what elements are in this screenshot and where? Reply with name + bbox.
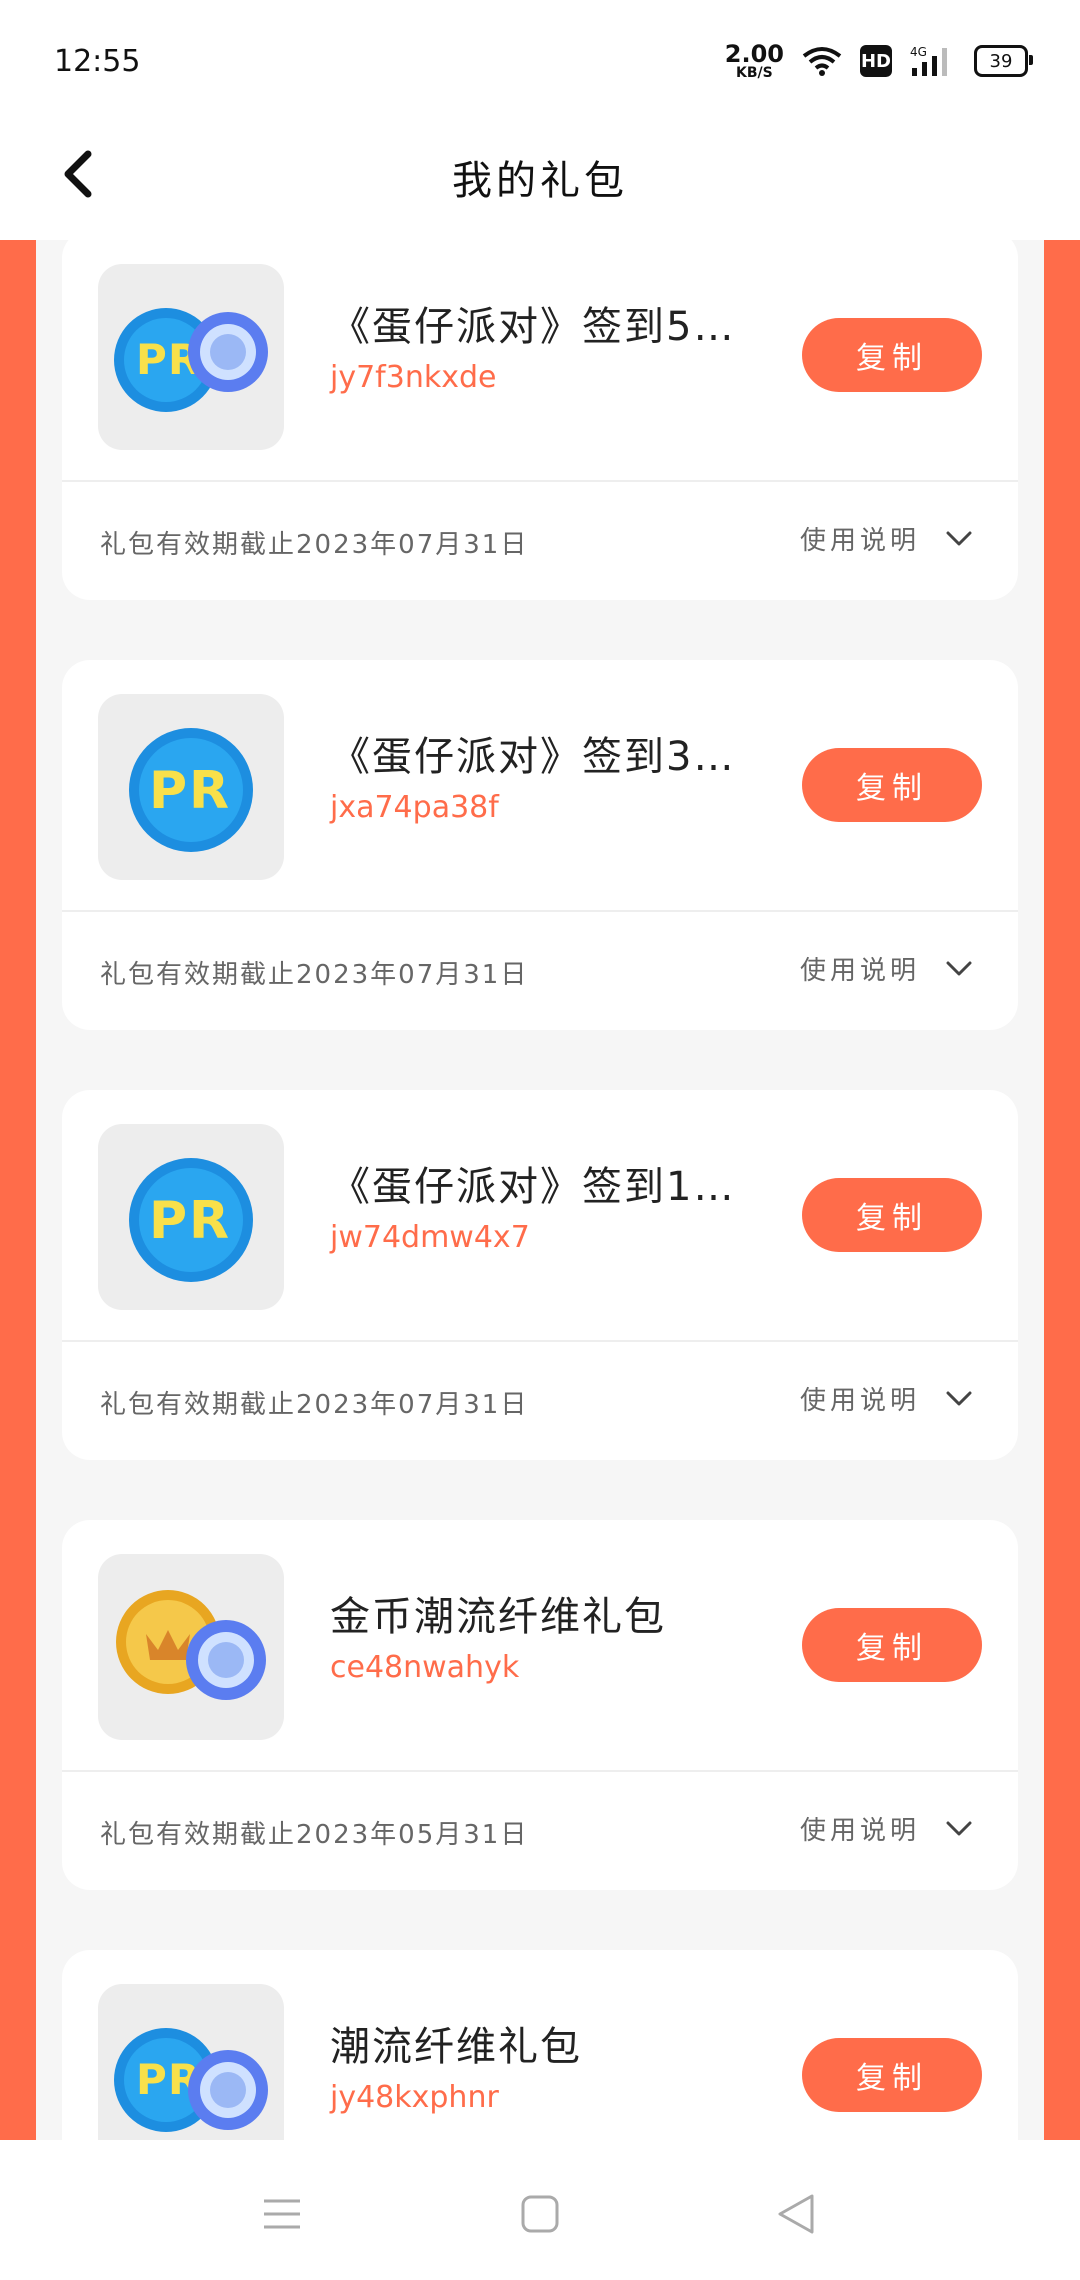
system-nav-bar bbox=[0, 2140, 1080, 2280]
accent-rail-left bbox=[0, 240, 36, 2140]
gift-card-footer: 礼包有效期截止2023年05月31日 使用说明 bbox=[62, 1772, 1018, 1890]
gift-title: 金币潮流纤维礼包 bbox=[330, 1594, 666, 1640]
gift-icon: P R bbox=[98, 264, 284, 450]
usage-toggle[interactable]: 使用说明 bbox=[800, 1810, 972, 1847]
copy-button[interactable]: 复制 bbox=[802, 1608, 982, 1682]
usage-label: 使用说明 bbox=[799, 1386, 920, 1416]
chevron-down-icon bbox=[946, 961, 972, 975]
menu-nav-button[interactable] bbox=[252, 2184, 312, 2244]
gift-card-main: P R 《蛋仔派对》签到3… jxa74pa38f 复制 bbox=[62, 660, 1018, 912]
usage-label: 使用说明 bbox=[799, 1816, 920, 1846]
gift-title: 《蛋仔派对》签到3… bbox=[330, 734, 736, 780]
home-nav-button[interactable] bbox=[510, 2184, 570, 2244]
gift-icon: P R bbox=[98, 694, 284, 880]
gift-list: P R 《蛋仔派对》签到5… jy7f3nkxde 复制 礼包有效期截止2023… bbox=[62, 240, 1018, 2140]
usage-label: 使用说明 bbox=[799, 956, 920, 986]
usage-label: 使用说明 bbox=[799, 526, 920, 556]
page-title: 我的礼包 bbox=[452, 158, 628, 204]
back-triangle-icon bbox=[778, 2194, 814, 2234]
usage-toggle[interactable]: 使用说明 bbox=[800, 950, 972, 987]
copy-button[interactable]: 复制 bbox=[802, 318, 982, 392]
menu-icon bbox=[264, 2199, 300, 2229]
svg-text:R: R bbox=[189, 1191, 229, 1251]
app-header: 我的礼包 bbox=[0, 120, 1080, 240]
network-type: 4G bbox=[910, 45, 927, 59]
gift-title: 《蛋仔派对》签到1… bbox=[330, 1164, 736, 1210]
expire-text: 礼包有效期截止2023年07月31日 bbox=[100, 530, 529, 560]
gift-card: P R 《蛋仔派对》签到1… jw74dmw4x7 复制 礼包有效期截止2023… bbox=[62, 1090, 1018, 1460]
gift-title: 《蛋仔派对》签到5… bbox=[330, 304, 736, 350]
gift-card: P R 《蛋仔派对》签到3… jxa74pa38f 复制 礼包有效期截止2023… bbox=[62, 660, 1018, 1030]
gift-card-footer: 礼包有效期截止2023年07月31日 使用说明 bbox=[62, 1342, 1018, 1460]
status-indicators: 2.00 KB/S HD 4G 39 bbox=[725, 42, 1033, 80]
svg-text:P: P bbox=[136, 335, 167, 384]
gift-code: ce48nwahyk bbox=[330, 1650, 520, 1685]
battery-icon: 39 bbox=[974, 45, 1033, 77]
gift-card-main: P R 《蛋仔派对》签到1… jw74dmw4x7 复制 bbox=[62, 1090, 1018, 1342]
net-speed: 2.00 KB/S bbox=[725, 42, 784, 80]
gift-card: P R 潮流纤维礼包 jy48kxphnr 复制 bbox=[62, 1950, 1018, 2140]
hd-icon: HD bbox=[860, 45, 892, 77]
chevron-down-icon bbox=[946, 531, 972, 545]
back-nav-button[interactable] bbox=[766, 2184, 826, 2244]
gift-card-main: 金币潮流纤维礼包 ce48nwahyk 复制 bbox=[62, 1520, 1018, 1772]
gift-card-footer: 礼包有效期截止2023年07月31日 使用说明 bbox=[62, 482, 1018, 600]
copy-button[interactable]: 复制 bbox=[802, 2038, 982, 2112]
gift-card-main: P R 《蛋仔派对》签到5… jy7f3nkxde 复制 bbox=[62, 240, 1018, 482]
gift-title: 潮流纤维礼包 bbox=[330, 2024, 582, 2070]
svg-text:P: P bbox=[136, 2055, 167, 2104]
gift-code: jy48kxphnr bbox=[330, 2080, 499, 2115]
chevron-down-icon bbox=[946, 1821, 972, 1835]
net-speed-unit: KB/S bbox=[736, 65, 773, 81]
gift-icon: P R bbox=[98, 1984, 284, 2140]
gift-card-footer: 礼包有效期截止2023年07月31日 使用说明 bbox=[62, 912, 1018, 1030]
wifi-icon bbox=[802, 47, 842, 76]
usage-toggle[interactable]: 使用说明 bbox=[800, 520, 972, 557]
expire-text: 礼包有效期截止2023年07月31日 bbox=[100, 1390, 529, 1420]
gift-card-main: P R 潮流纤维礼包 jy48kxphnr 复制 bbox=[62, 1950, 1018, 2140]
signal-icon: 4G bbox=[910, 45, 947, 76]
svg-text:P: P bbox=[149, 761, 187, 821]
svg-text:R: R bbox=[189, 761, 229, 821]
gift-card: 金币潮流纤维礼包 ce48nwahyk 复制 礼包有效期截止2023年05月31… bbox=[62, 1520, 1018, 1890]
gift-code: jxa74pa38f bbox=[330, 790, 499, 825]
status-bar: 12:55 2.00 KB/S HD 4G 39 bbox=[0, 0, 1080, 120]
status-time: 12:55 bbox=[54, 44, 141, 79]
home-square-icon bbox=[521, 2195, 559, 2233]
copy-button[interactable]: 复制 bbox=[802, 1178, 982, 1252]
expire-text: 礼包有效期截止2023年07月31日 bbox=[100, 960, 529, 990]
accent-rail-right bbox=[1044, 240, 1080, 2140]
svg-text:P: P bbox=[149, 1191, 187, 1251]
gift-list-area[interactable]: P R 《蛋仔派对》签到5… jy7f3nkxde 复制 礼包有效期截止2023… bbox=[0, 240, 1080, 2140]
usage-toggle[interactable]: 使用说明 bbox=[800, 1380, 972, 1417]
expire-text: 礼包有效期截止2023年05月31日 bbox=[100, 1820, 529, 1850]
chevron-down-icon bbox=[946, 1391, 972, 1405]
gift-icon bbox=[98, 1554, 284, 1740]
gift-code: jw74dmw4x7 bbox=[330, 1220, 530, 1255]
copy-button[interactable]: 复制 bbox=[802, 748, 982, 822]
gift-card: P R 《蛋仔派对》签到5… jy7f3nkxde 复制 礼包有效期截止2023… bbox=[62, 240, 1018, 600]
gift-icon: P R bbox=[98, 1124, 284, 1310]
gift-code: jy7f3nkxde bbox=[330, 360, 497, 395]
net-speed-value: 2.00 bbox=[724, 40, 784, 68]
